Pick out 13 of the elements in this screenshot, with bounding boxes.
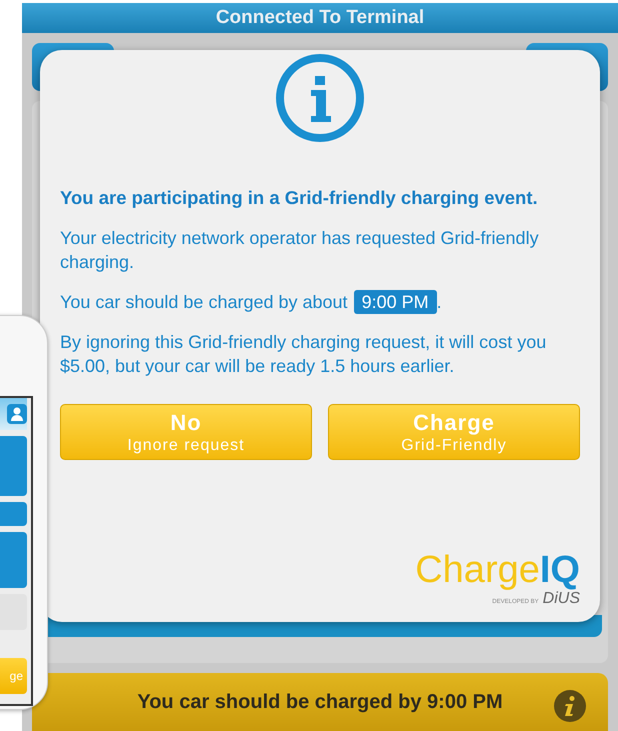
dialog-heading: You are participating in a Grid-friendly charging event. (60, 186, 539, 210)
choice-button[interactable]: Charge Grid-Friendly (328, 404, 580, 460)
logo: ChargeIQ (415, 550, 580, 590)
phone-button[interactable]: ge (0, 658, 27, 694)
dialog-paragraph: Your electricity network operator has requested Grid-friendly charging. (60, 227, 540, 274)
choice-button[interactable]: No Ignore request (60, 404, 312, 460)
charge-time-text: You car should be charged by about 9:00 PM . (60, 290, 443, 314)
title-bar: Connected To Terminal (22, 3, 618, 33)
maker-text: DiUS (542, 590, 580, 608)
footer-text: You car should be charged by 9:00 PM (137, 690, 503, 714)
person-icon[interactable] (7, 404, 27, 424)
dialog-paragraph: By ignoring this Grid-friendly charging request, it will cost you $5.00, but your car will be ready 1.5 hours earlier. (60, 331, 548, 378)
info-icon[interactable] (554, 690, 586, 722)
